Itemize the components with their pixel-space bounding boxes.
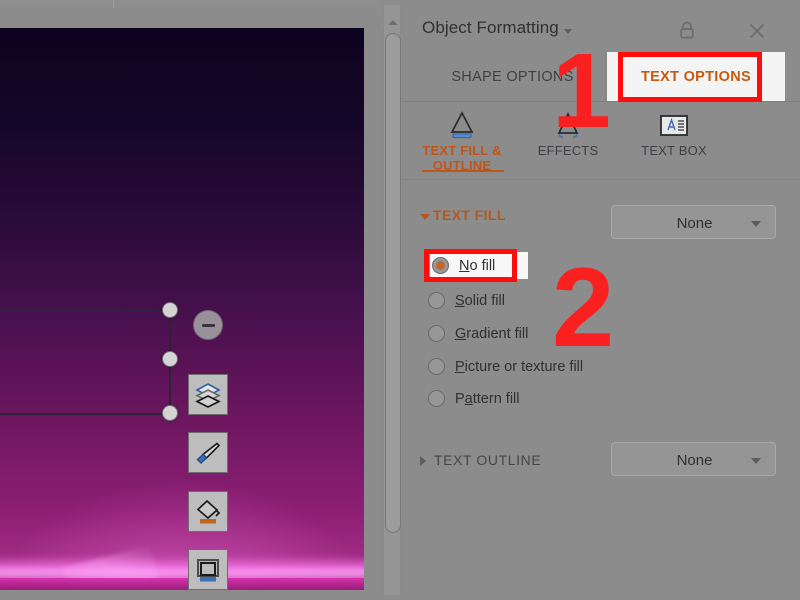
annotation-number-1: 1 [552, 32, 611, 150]
annotation-number-2: 2 [552, 245, 615, 370]
radio-label: Pattern fill [455, 390, 520, 407]
layers-icon-button[interactable] [188, 374, 228, 415]
layers-icon [195, 382, 221, 408]
vertical-scrollbar[interactable] [383, 5, 401, 595]
caret-right-icon[interactable] [420, 456, 426, 466]
connector-line-top [0, 310, 170, 312]
paintbrush-icon [196, 441, 221, 464]
radio-label: Gradient fill [455, 325, 529, 342]
text-fill-outline-icon [450, 111, 474, 139]
slide-background-gradient [0, 28, 364, 590]
paint-bucket-icon [196, 499, 221, 523]
caret-down-icon [751, 458, 761, 464]
slide-bottom-edge-glow [0, 578, 364, 590]
active-subtab-underline [422, 170, 504, 172]
selection-handle[interactable] [162, 351, 178, 367]
radio-indicator [428, 358, 445, 375]
chevron-up-icon [388, 19, 398, 25]
scroll-up-button[interactable] [384, 15, 402, 29]
shape-frame-icon-button[interactable] [188, 549, 228, 590]
close-button[interactable] [744, 18, 770, 44]
paintbrush-icon-button[interactable] [188, 432, 228, 473]
radio-indicator [428, 292, 445, 309]
slide-right-margin [364, 28, 380, 590]
radio-indicator [428, 325, 445, 342]
caret-down-icon[interactable] [420, 214, 430, 220]
text-fill-preset-dropdown[interactable]: None [611, 205, 776, 239]
text-outline-preset-dropdown[interactable]: None [611, 442, 776, 476]
lock-icon [680, 21, 694, 39]
section-label: TEXT OUTLINE [434, 452, 542, 468]
minus-icon-button[interactable] [193, 310, 223, 340]
slide-canvas[interactable] [0, 28, 364, 590]
radio-label: Solid fill [455, 292, 505, 309]
app-window: Object Formatting SHAPE OPTIONS TEXT OPT… [0, 0, 800, 600]
minus-icon [201, 323, 215, 327]
radio-indicator [428, 390, 445, 407]
shape-frame-icon [197, 558, 219, 581]
top-ruler-strip [0, 0, 380, 28]
caret-down-icon [751, 221, 761, 227]
subtab-label: TEXT BOX [641, 143, 707, 158]
subtab-text-fill-outline[interactable]: TEXT FILL & OUTLINE [408, 104, 516, 178]
text-box-icon [660, 115, 688, 136]
annotation-highlight-box-2 [424, 249, 517, 282]
selection-handle[interactable] [162, 302, 178, 318]
lock-icon-button[interactable] [674, 18, 700, 44]
scrollbar-thumb[interactable] [385, 33, 401, 533]
radio-option-pattern-fill[interactable]: Pattern fill [428, 385, 678, 412]
section-label: TEXT FILL [433, 207, 506, 223]
paint-bucket-icon-button[interactable] [188, 491, 228, 532]
page-title: Object Formatting [422, 18, 559, 37]
close-icon [749, 23, 765, 39]
subtab-label: TEXT FILL & OUTLINE [422, 143, 502, 173]
ruler-tick [113, 0, 114, 8]
subtab-text-box[interactable]: TEXT BOX [620, 104, 728, 178]
connector-line-bottom [0, 413, 170, 415]
selection-handle[interactable] [162, 405, 178, 421]
text-fill-outline-icon-wrap [445, 106, 479, 140]
text-box-icon-wrap [657, 106, 691, 140]
annotation-highlight-box-1 [618, 52, 762, 102]
